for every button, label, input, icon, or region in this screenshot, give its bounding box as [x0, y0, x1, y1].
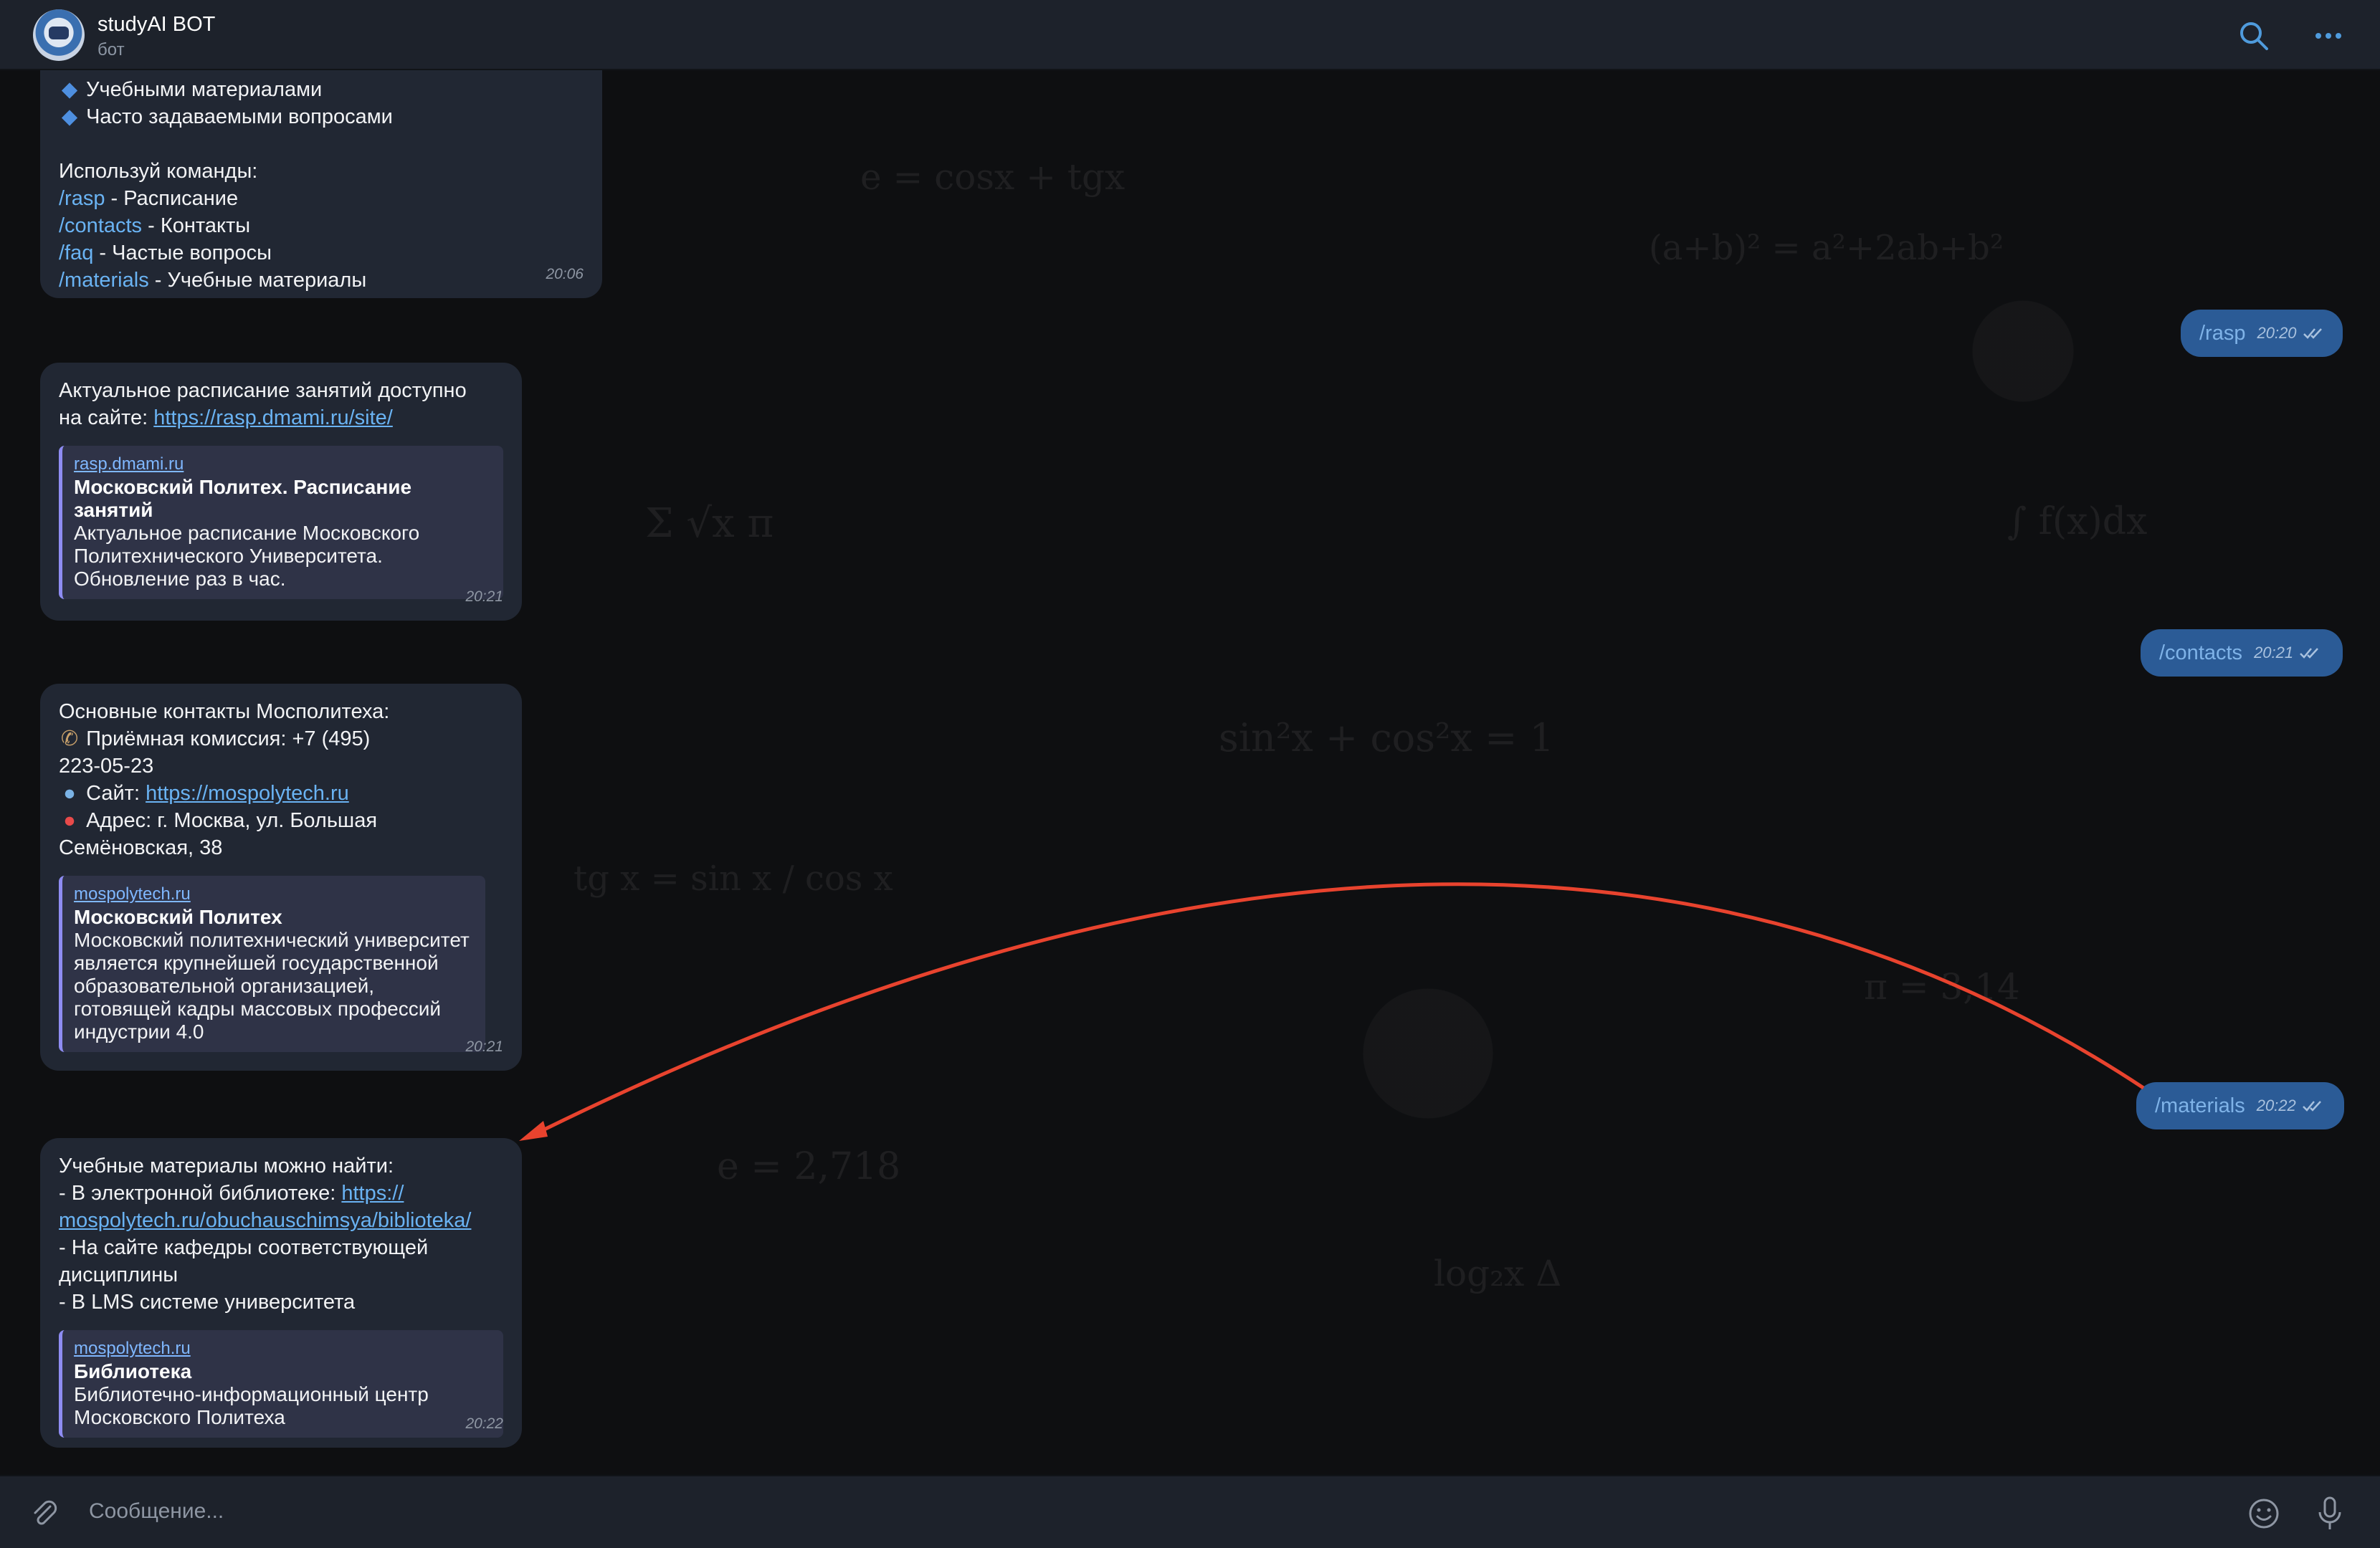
search-icon[interactable] [2237, 19, 2271, 53]
chat-header: studyAI BOT бот [0, 0, 2380, 70]
annotation-arrow [519, 882, 2145, 1141]
attach-paperclip-icon[interactable] [29, 1498, 60, 1529]
message-composer: Сообщение... [0, 1475, 2380, 1548]
chat-area[interactable]: ∫ lim ∑ e = cosx + tgx (a+b)² = a²+2ab+b… [0, 70, 2380, 1475]
microphone-icon[interactable] [2313, 1495, 2347, 1532]
bot-name[interactable]: studyAI BOT [97, 13, 215, 37]
bot-status: бот [97, 40, 125, 59]
message-input[interactable]: Сообщение... [89, 1499, 224, 1524]
emoji-icon[interactable] [2247, 1496, 2281, 1531]
more-options-icon[interactable] [2311, 19, 2346, 53]
bot-avatar[interactable] [33, 9, 85, 61]
